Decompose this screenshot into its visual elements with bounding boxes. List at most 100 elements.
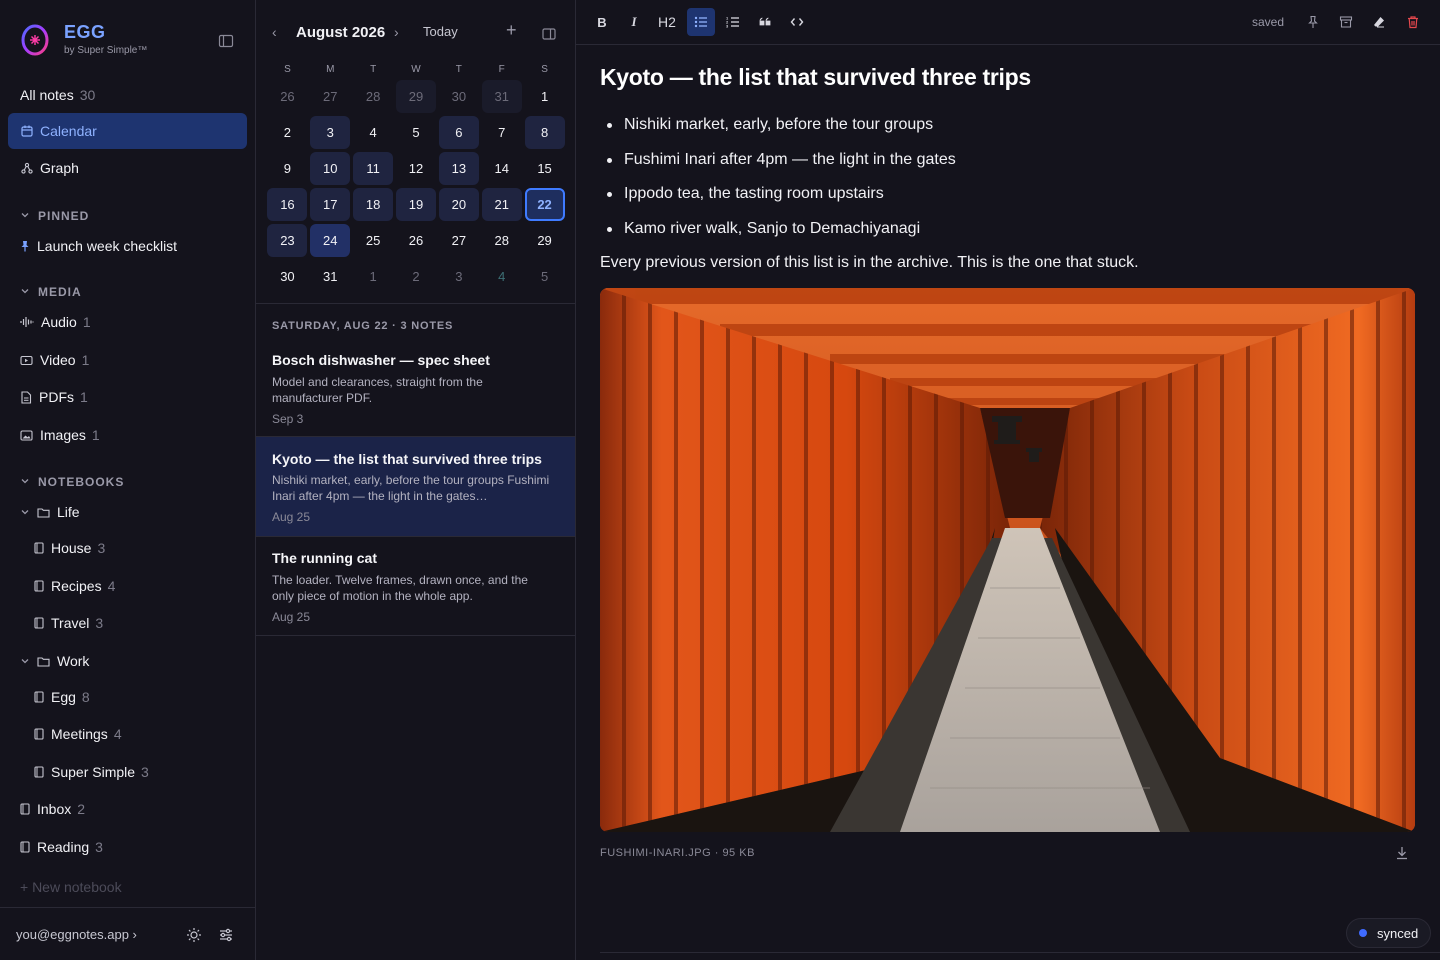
calendar-day[interactable]: 9 [267,152,307,185]
trash-icon[interactable] [1406,15,1420,29]
archive-icon[interactable] [1339,15,1353,29]
calendar-day[interactable]: 25 [353,224,393,257]
calendar-day[interactable]: 27 [439,224,479,257]
calendar-day[interactable]: 7 [482,116,522,149]
notebook-life[interactable]: Life [20,498,80,526]
nav-graph[interactable]: Graph [8,150,247,186]
plus-icon[interactable]: + [506,20,517,41]
notebook-work[interactable]: Work [20,647,89,675]
code-button[interactable] [783,8,811,36]
calendar-day[interactable]: 6 [438,116,479,149]
calendar-day[interactable]: 18 [353,188,394,221]
bullet-list[interactable]: Nishiki market, early, before the tour g… [600,112,956,250]
today-button[interactable]: Today [423,24,458,39]
chevron-down-icon[interactable] [20,656,30,666]
calendar-day[interactable]: 4 [353,116,393,149]
nav-all-notes[interactable]: All notes 30 [8,77,247,113]
calendar-day[interactable]: 29 [396,80,436,113]
italic-button[interactable]: I [620,8,648,36]
notebook-recipes[interactable]: Recipes 4 [34,572,115,600]
pin-icon[interactable] [1306,15,1320,29]
panel-toggle-icon[interactable] [542,28,556,40]
calendar-day[interactable]: 5 [525,260,565,293]
calendar-day[interactable]: 3 [310,116,351,149]
calendar-day[interactable]: 17 [310,188,351,221]
notebooks-section-toggle[interactable]: NOTEBOOKS [20,475,124,489]
media-item-images[interactable]: Images 1 [20,421,100,449]
sun-icon[interactable] [186,927,202,943]
note-card[interactable]: Bosch dishwasher — spec sheet Model and … [256,352,575,436]
sidebar-toggle-icon[interactable] [218,34,234,48]
notebook-house[interactable]: House 3 [34,534,105,562]
media-item-video[interactable]: Video 1 [20,346,89,374]
calendar-day[interactable]: 24 [310,224,351,257]
calendar-day[interactable]: 30 [439,80,479,113]
media-section-toggle[interactable]: MEDIA [20,285,82,299]
new-notebook-button[interactable]: + New notebook [20,879,122,895]
notebook-reading[interactable]: Reading 3 [20,833,103,861]
numbered-list-button[interactable]: 123 [719,8,747,36]
calendar-day[interactable]: 8 [524,116,565,149]
attached-photo[interactable] [600,288,1415,832]
document-paragraph[interactable]: Every previous version of this list is i… [600,252,1139,274]
brand[interactable]: EGG by Super Simple™ [20,22,147,56]
notebook-egg[interactable]: Egg 8 [34,683,90,711]
eraser-icon[interactable] [1372,15,1386,29]
pinned-section-toggle[interactable]: PINNED [20,209,89,223]
calendar-day[interactable]: 15 [525,152,565,185]
calendar-day[interactable]: 30 [267,260,307,293]
calendar-day[interactable]: 1 [525,80,565,113]
calendar-day[interactable]: 5 [396,116,436,149]
calendar-day[interactable]: 26 [396,224,436,257]
calendar-day[interactable]: 1 [353,260,393,293]
calendar-day[interactable]: 23 [267,224,308,257]
chevron-right-icon[interactable]: › [394,24,399,40]
calendar-day[interactable]: 2 [267,116,307,149]
notebook-super-simple[interactable]: Super Simple 3 [34,758,149,786]
notebook-meetings[interactable]: Meetings 4 [34,720,122,748]
calendar-day[interactable]: 20 [438,188,479,221]
list-item[interactable]: Ippodo tea, the tasting room upstairs [600,181,956,216]
media-item-audio[interactable]: Audio 1 [20,308,91,336]
heading-2-button[interactable]: H2 [652,8,682,36]
notebook-inbox[interactable]: Inbox 2 [20,795,85,823]
account-menu[interactable]: you@eggnotes.app › [16,927,137,942]
download-icon[interactable] [1394,845,1410,861]
bold-button[interactable]: B [588,8,616,36]
list-item[interactable]: Nishiki market, early, before the tour g… [600,112,956,147]
calendar-day[interactable]: 29 [525,224,565,257]
calendar-day[interactable]: 13 [438,152,479,185]
settings-sliders-icon[interactable] [218,927,234,943]
calendar-day[interactable]: 4 [482,260,522,293]
chevron-left-icon[interactable]: ‹ [272,24,277,40]
calendar-day[interactable]: 21 [481,188,522,221]
calendar-day[interactable]: 28 [353,80,393,113]
sync-status-badge[interactable]: synced [1346,918,1432,948]
calendar-day[interactable]: 31 [481,80,522,113]
list-item[interactable]: Kamo river walk, Sanjo to Demachiyanagi [600,216,956,251]
nav-calendar[interactable]: Calendar [8,113,247,149]
bullet-list-button[interactable] [687,8,715,36]
calendar-day[interactable]: 14 [482,152,522,185]
calendar-day-selected[interactable]: 22 [524,188,565,221]
calendar-day[interactable]: 11 [353,152,394,185]
calendar-day[interactable]: 27 [310,80,350,113]
pinned-item[interactable]: Launch week checklist [20,232,177,260]
note-card[interactable]: The running cat The loader. Twelve frame… [256,550,575,635]
calendar-day[interactable]: 12 [396,152,436,185]
calendar-day[interactable]: 10 [310,152,351,185]
calendar-day[interactable]: 28 [482,224,522,257]
calendar-day[interactable]: 2 [396,260,436,293]
calendar-day[interactable]: 19 [396,188,436,221]
media-item-pdfs[interactable]: PDFs 1 [20,383,88,411]
list-item[interactable]: Fushimi Inari after 4pm — the light in t… [600,147,956,182]
document-title[interactable]: Kyoto — the list that survived three tri… [600,64,1031,91]
calendar-day[interactable]: 16 [267,188,308,221]
notebook-travel[interactable]: Travel 3 [34,609,103,637]
calendar-day[interactable]: 26 [267,80,307,113]
quote-button[interactable] [751,8,779,36]
chevron-down-icon[interactable] [20,507,30,517]
note-card-selected[interactable]: Kyoto — the list that survived three tri… [256,437,575,536]
calendar-day[interactable]: 3 [439,260,479,293]
calendar-day[interactable]: 31 [310,260,350,293]
